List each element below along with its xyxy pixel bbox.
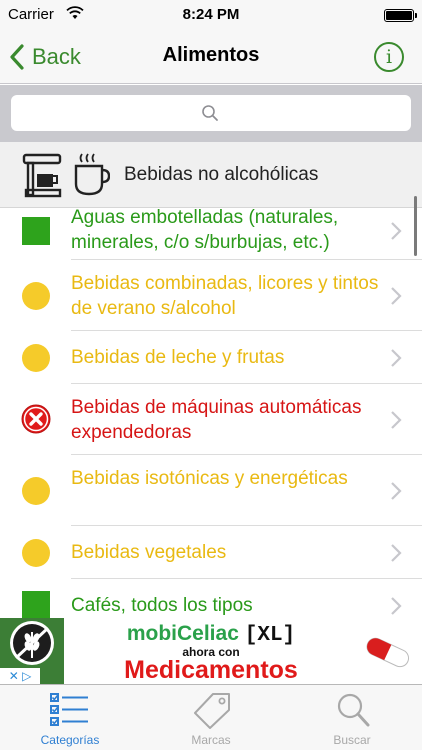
- list-item-label: Bebidas vegetales: [71, 542, 227, 563]
- list-item-label: Bebidas de máquinas automáticas expended…: [71, 397, 362, 443]
- categories-list-icon: [50, 693, 88, 726]
- beverage-machines-icon: [22, 153, 110, 198]
- info-icon: i: [385, 46, 393, 68]
- chevron-right-icon: [391, 222, 402, 240]
- ad-banner[interactable]: ✕ ▷ mobiCeliac [XL] ahora con Medicament…: [0, 618, 422, 684]
- tab-label: Marcas: [191, 733, 231, 747]
- list-item[interactable]: Bebidas de leche y frutas: [0, 331, 422, 384]
- chevron-right-icon: [391, 482, 402, 500]
- back-button[interactable]: Back: [8, 40, 81, 74]
- tab-categorias[interactable]: Categorías: [0, 685, 140, 750]
- list-item-label: Bebidas isotónicas y energéticas: [71, 468, 348, 489]
- tab-label: Buscar: [333, 733, 371, 747]
- pill-icon: [366, 637, 410, 668]
- warning-circle-icon: [22, 539, 50, 567]
- list-item[interactable]: Bebidas combinadas, licores y tintos de …: [0, 260, 422, 331]
- list-item[interactable]: Bebidas vegetales: [0, 526, 422, 579]
- ad-brand: mobiCeliac [XL]: [126, 622, 296, 647]
- tab-bar: Categorías Marcas Buscar: [0, 684, 422, 750]
- battery-icon: [384, 9, 417, 22]
- scroll-indicator[interactable]: [414, 196, 417, 256]
- chevron-right-icon: [391, 287, 402, 305]
- search-bar: [0, 85, 422, 142]
- chevron-left-icon: [10, 44, 24, 70]
- search-input[interactable]: [11, 95, 411, 131]
- category-header: Bebidas no alcohólicas: [0, 142, 422, 208]
- category-title: Bebidas no alcohólicas: [124, 164, 319, 185]
- warning-circle-icon: [22, 477, 50, 505]
- search-icon: [202, 105, 218, 121]
- list-item-label: Bebidas de leche y frutas: [71, 347, 285, 368]
- warning-circle-icon: [22, 282, 50, 310]
- list-item-label: Aguas embotelladas (naturales, minerales…: [71, 208, 339, 253]
- chevron-right-icon: [391, 349, 402, 367]
- search-magnifier-icon: [337, 693, 370, 727]
- tab-label: Categorías: [40, 733, 100, 747]
- chevron-right-icon: [391, 597, 402, 615]
- list-item-label: Bebidas combinadas, licores y tintos de …: [71, 273, 379, 319]
- clock: 8:24 PM: [182, 6, 240, 23]
- status-bar: Carrier 8:24 PM: [0, 0, 422, 30]
- gluten-free-square-icon: [22, 217, 50, 245]
- list-item[interactable]: Cafés, todos los tipos: [0, 579, 422, 618]
- list-item[interactable]: Bebidas de máquinas automáticas expended…: [0, 384, 422, 455]
- tab-buscar[interactable]: Buscar: [282, 685, 422, 750]
- gluten-free-square-icon: [22, 591, 50, 618]
- back-label: Back: [32, 44, 81, 69]
- chevron-right-icon: [391, 411, 402, 429]
- navigation-bar: Back Alimentos i: [0, 30, 422, 84]
- ad-headline: Medicamentos: [124, 656, 298, 684]
- warning-circle-icon: [22, 344, 50, 372]
- list-item[interactable]: Bebidas isotónicas y energéticas: [0, 455, 422, 526]
- food-list: Aguas embotelladas (naturales, minerales…: [0, 208, 422, 618]
- info-button[interactable]: i: [374, 42, 404, 72]
- list-item-label: Cafés, todos los tipos: [71, 595, 253, 616]
- not-allowed-cross-icon: [21, 404, 51, 434]
- tag-icon: [194, 693, 230, 729]
- chevron-right-icon: [391, 544, 402, 562]
- tab-marcas[interactable]: Marcas: [141, 685, 281, 750]
- list-item[interactable]: Aguas embotelladas (naturales, minerales…: [0, 208, 422, 260]
